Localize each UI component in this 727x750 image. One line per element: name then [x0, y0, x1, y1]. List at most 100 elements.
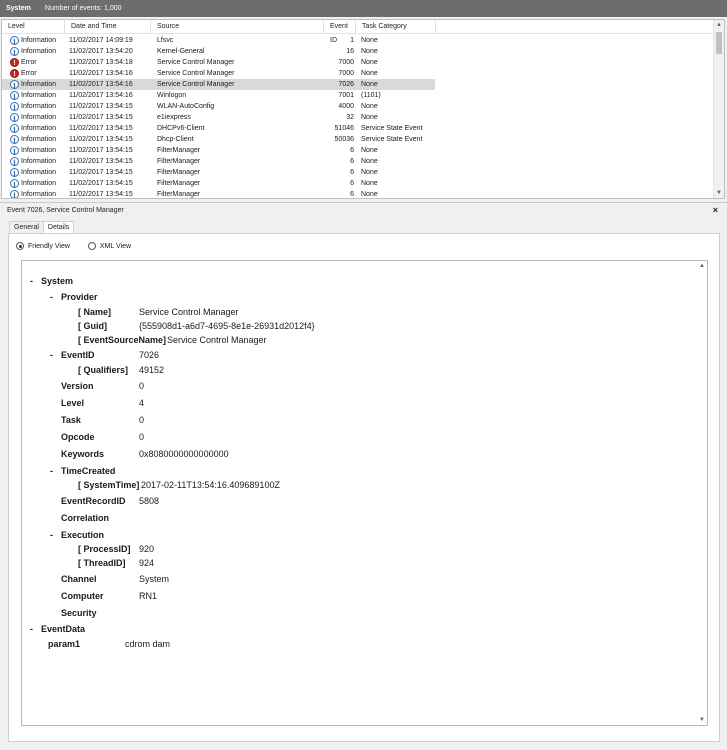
event-row[interactable]: Error11/02/2017 13:54:16Service Control … — [2, 68, 714, 79]
event-date: 11/02/2017 14:09:19 — [69, 37, 133, 44]
events-scrollbar[interactable]: ▲ ▼ — [713, 20, 724, 198]
event-row[interactable]: Information11/02/2017 13:54:20Kernel-Gen… — [2, 46, 714, 57]
tree-attribute-label: [ SystemTime] — [78, 480, 140, 490]
events-list[interactable]: Level Date and Time Source Event ID Task… — [1, 19, 725, 199]
friendly-view-radio[interactable]: Friendly View — [16, 242, 70, 250]
tree-attribute-label: [ Qualifiers] — [78, 365, 129, 375]
event-row[interactable]: Information11/02/2017 13:54:15Dhcp-Clien… — [2, 134, 714, 145]
collapse-toggle-icon[interactable]: - — [30, 275, 33, 287]
event-task: None — [361, 169, 378, 176]
event-date: 11/02/2017 13:54:16 — [69, 70, 133, 77]
column-event-id[interactable]: Event ID — [324, 20, 356, 44]
event-row[interactable]: Information11/02/2017 13:54:15FilterMana… — [2, 189, 714, 198]
event-date: 11/02/2017 13:54:15 — [69, 147, 133, 154]
event-date: 11/02/2017 13:54:16 — [69, 81, 133, 88]
xml-view-label: XML View — [99, 242, 132, 250]
information-icon — [10, 124, 19, 134]
column-level[interactable]: Level — [2, 20, 65, 34]
tree-value: 4 — [139, 398, 145, 408]
tree-value: System — [139, 574, 170, 584]
tree-node-label: EventRecordID — [61, 496, 126, 506]
error-icon — [10, 69, 19, 79]
collapse-toggle-icon[interactable]: - — [50, 291, 53, 303]
event-level: Information — [10, 46, 66, 57]
event-row[interactable]: Information11/02/2017 13:54:15WLAN-AutoC… — [2, 101, 714, 112]
tree-attribute-label: [ ProcessID] — [78, 544, 131, 554]
scroll-thumb[interactable] — [716, 32, 722, 54]
information-icon — [10, 91, 19, 101]
tree-value: 924 — [139, 558, 155, 568]
tree-node-label: Execution — [61, 530, 105, 540]
tree-node-label: Channel — [61, 574, 97, 584]
event-task: Service State Event — [361, 136, 423, 143]
tree-value: 0x8080000000000000 — [139, 449, 229, 459]
events-header: Level Date and Time Source Event ID Task… — [2, 20, 714, 44]
event-row[interactable]: Information11/02/2017 13:54:15DHCPv6-Cli… — [2, 123, 714, 134]
event-row[interactable]: Information11/02/2017 13:54:15FilterMana… — [2, 167, 714, 178]
event-row[interactable]: Information11/02/2017 13:54:15e1iexpress… — [2, 112, 714, 123]
tree-attribute-label: [ ThreadID] — [78, 558, 126, 568]
collapse-toggle-icon[interactable]: - — [50, 529, 53, 541]
event-row[interactable]: Information11/02/2017 13:54:15FilterMana… — [2, 178, 714, 189]
tree-node-label: EventData — [41, 624, 86, 634]
collapse-toggle-icon[interactable]: - — [50, 349, 53, 361]
event-level-text: Information — [21, 92, 57, 99]
event-level: Information — [10, 156, 66, 167]
event-level: Information — [10, 145, 66, 156]
tree-scrollbar[interactable]: ▲ ▼ — [697, 261, 707, 725]
event-level: Information — [10, 167, 66, 178]
close-icon[interactable]: × — [713, 203, 718, 217]
event-row[interactable]: Error11/02/2017 13:54:18Service Control … — [2, 57, 714, 68]
event-task: None — [361, 59, 378, 66]
tree-node-label: Computer — [61, 591, 104, 601]
event-row[interactable]: Information11/02/2017 13:54:15FilterMana… — [2, 145, 714, 156]
scroll-down-icon[interactable]: ▼ — [697, 715, 707, 725]
radio-unchecked-icon — [87, 242, 96, 250]
scroll-down-icon[interactable]: ▼ — [714, 188, 724, 198]
collapse-toggle-icon[interactable]: - — [30, 623, 33, 635]
event-count: Number of events: 1,000 — [44, 5, 122, 12]
column-source[interactable]: Source — [151, 20, 324, 34]
tree-node-label: System — [41, 276, 74, 286]
column-task[interactable]: Task Category — [356, 20, 436, 34]
event-task: None — [361, 103, 378, 110]
event-level-text: Information — [21, 191, 57, 198]
event-level-text: Information — [21, 147, 57, 154]
radio-checked-icon — [16, 242, 24, 250]
event-row[interactable]: Information11/02/2017 13:54:15FilterMana… — [2, 156, 714, 167]
friendly-view-tree[interactable]: - System - Provider[ Name] Service Control M… — [21, 260, 708, 726]
event-task: None — [361, 191, 378, 198]
event-id: 6 — [350, 147, 354, 154]
information-icon — [10, 102, 19, 112]
detail-title: Event 7026, Service Control Manager — [0, 202, 727, 218]
tree-value: {555908d1-a6d7-4695-8e1e-26931d2012f4} — [139, 321, 315, 331]
event-date: 11/02/2017 13:54:15 — [69, 169, 133, 176]
xml-view-radio[interactable]: XML View — [87, 242, 132, 250]
event-level-text: Error — [21, 70, 37, 77]
tree-value: 5808 — [139, 496, 160, 506]
event-row[interactable]: Information11/02/2017 14:09:19Lfsvc1None — [2, 35, 714, 46]
event-id: 7000 — [338, 70, 354, 77]
scroll-up-icon[interactable]: ▲ — [697, 261, 707, 271]
log-title: System — [6, 5, 31, 12]
tree-value: 0 — [139, 432, 145, 442]
collapse-toggle-icon[interactable]: - — [50, 465, 53, 477]
event-id: 6 — [350, 169, 354, 176]
event-row[interactable]: Information11/02/2017 13:54:16Winlogon70… — [2, 90, 714, 101]
column-date[interactable]: Date and Time — [65, 20, 151, 34]
tree-value: Service Control Manager — [139, 307, 239, 317]
information-icon — [10, 36, 19, 46]
event-level-text: Error — [21, 59, 37, 66]
tree-value: 920 — [139, 544, 155, 554]
friendly-view-label: Friendly View — [28, 242, 70, 250]
scroll-up-icon[interactable]: ▲ — [714, 20, 724, 30]
event-task: None — [361, 147, 378, 154]
event-id: 51046 — [334, 125, 354, 132]
event-row[interactable]: Information11/02/2017 13:54:16Service Co… — [2, 79, 714, 90]
event-date: 11/02/2017 13:54:15 — [69, 103, 133, 110]
tree-node-label: Correlation — [61, 513, 110, 523]
event-date: 11/02/2017 13:54:15 — [69, 180, 133, 187]
event-id: 16 — [346, 48, 354, 55]
event-task: (1101) — [361, 92, 381, 99]
event-date: 11/02/2017 13:54:15 — [69, 158, 133, 165]
